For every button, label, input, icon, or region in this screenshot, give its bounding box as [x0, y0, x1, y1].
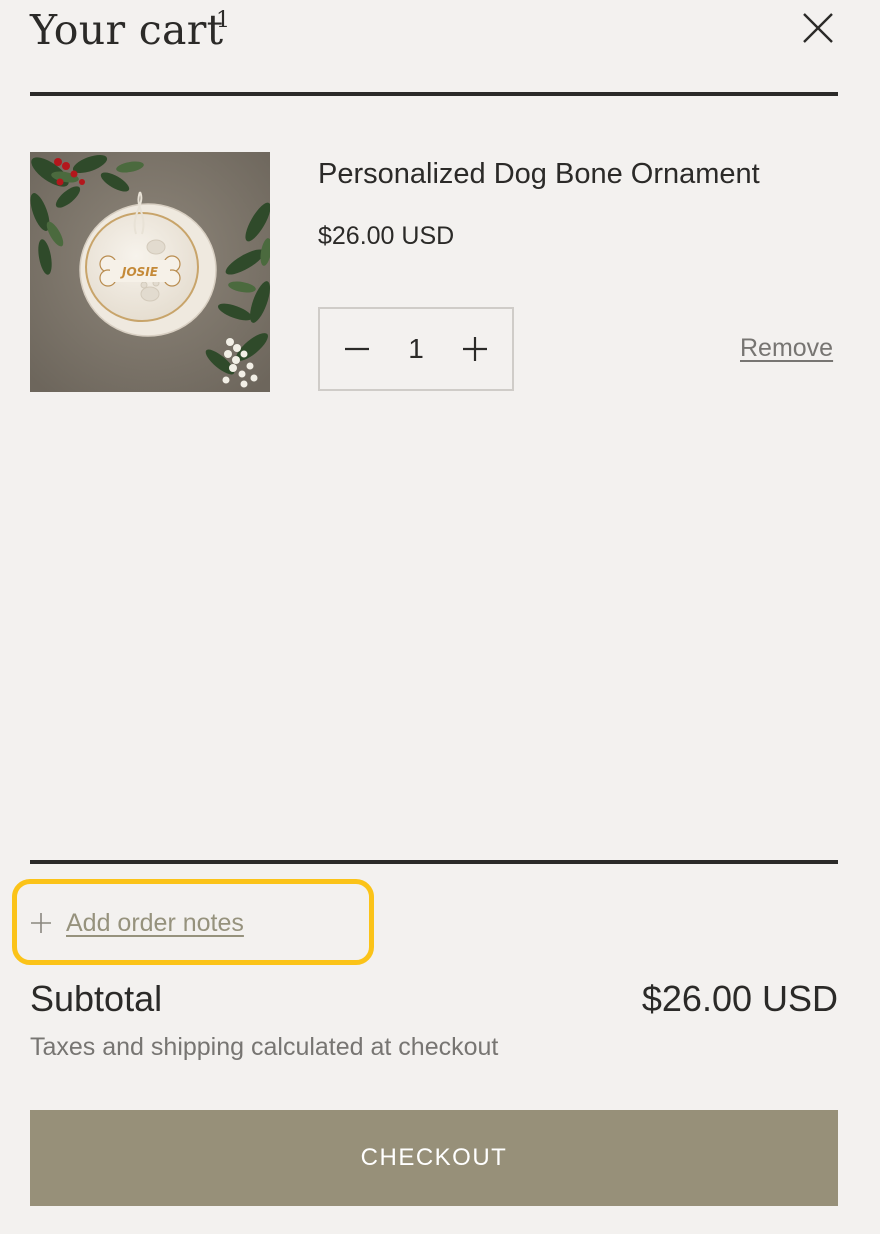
minus-icon [345, 347, 369, 351]
footer-divider [30, 860, 838, 864]
cart-count-badge: 1 [216, 8, 230, 33]
decrease-quantity-button[interactable] [320, 309, 394, 389]
subtotal-label: Subtotal [30, 978, 163, 1019]
tax-shipping-note: Taxes and shipping calculated at checkou… [30, 1033, 499, 1061]
close-icon [803, 13, 833, 43]
cart-title: Your cart [30, 6, 224, 54]
svg-text:JOSIE: JOSIE [120, 265, 159, 279]
add-order-notes-label: Add order notes [66, 908, 244, 937]
quantity-input[interactable] [394, 333, 438, 365]
product-photo: JOSIE [30, 152, 270, 392]
close-cart-button[interactable] [796, 6, 840, 50]
add-order-notes-toggle[interactable]: Add order notes [30, 903, 244, 943]
plus-icon [31, 913, 51, 933]
product-name-link[interactable]: Personalized Dog Bone Ornament [318, 158, 760, 191]
checkout-button[interactable]: CHECKOUT [30, 1110, 838, 1206]
header-divider [30, 92, 838, 96]
plus-icon [463, 337, 487, 361]
subtotal-value: $26.00 USD [641, 978, 838, 1019]
quantity-stepper [318, 307, 514, 391]
product-image[interactable]: JOSIE [30, 152, 270, 392]
product-price: $26.00 USD [318, 222, 455, 250]
remove-item-link[interactable]: Remove [740, 334, 833, 363]
increase-quantity-button[interactable] [438, 309, 512, 389]
